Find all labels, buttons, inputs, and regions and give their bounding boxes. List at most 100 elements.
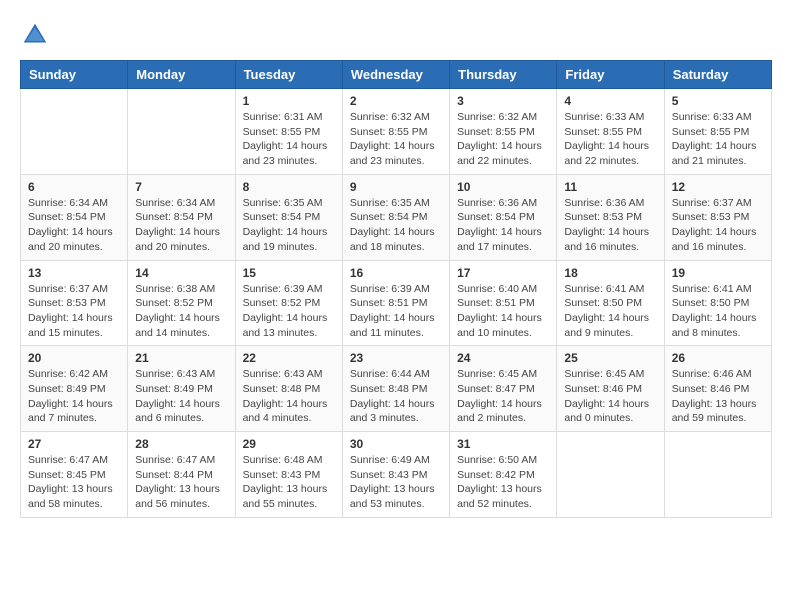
day-info: Sunrise: 6:50 AM Sunset: 8:42 PM Dayligh… [457,453,549,512]
day-number: 7 [135,180,227,194]
day-number: 21 [135,351,227,365]
day-number: 8 [243,180,335,194]
day-info: Sunrise: 6:39 AM Sunset: 8:52 PM Dayligh… [243,282,335,341]
calendar-cell: 6 Sunrise: 6:34 AM Sunset: 8:54 PM Daylig… [21,174,128,260]
calendar-cell [128,89,235,175]
calendar-cell: 20 Sunrise: 6:42 AM Sunset: 8:49 PM Dayli… [21,346,128,432]
calendar-week-5: 27 Sunrise: 6:47 AM Sunset: 8:45 PM Dayli… [21,432,772,518]
day-info: Sunrise: 6:47 AM Sunset: 8:44 PM Dayligh… [135,453,227,512]
day-info: Sunrise: 6:49 AM Sunset: 8:43 PM Dayligh… [350,453,442,512]
day-number: 22 [243,351,335,365]
day-info: Sunrise: 6:35 AM Sunset: 8:54 PM Dayligh… [350,196,442,255]
day-number: 26 [672,351,764,365]
calendar-week-3: 13 Sunrise: 6:37 AM Sunset: 8:53 PM Dayli… [21,260,772,346]
calendar-cell: 9 Sunrise: 6:35 AM Sunset: 8:54 PM Daylig… [342,174,449,260]
day-info: Sunrise: 6:42 AM Sunset: 8:49 PM Dayligh… [28,367,120,426]
day-info: Sunrise: 6:46 AM Sunset: 8:46 PM Dayligh… [672,367,764,426]
calendar-cell: 13 Sunrise: 6:37 AM Sunset: 8:53 PM Dayli… [21,260,128,346]
calendar-cell: 22 Sunrise: 6:43 AM Sunset: 8:48 PM Dayli… [235,346,342,432]
calendar-cell: 3 Sunrise: 6:32 AM Sunset: 8:55 PM Daylig… [450,89,557,175]
calendar-cell: 7 Sunrise: 6:34 AM Sunset: 8:54 PM Daylig… [128,174,235,260]
day-number: 1 [243,94,335,108]
day-number: 13 [28,266,120,280]
day-number: 25 [564,351,656,365]
day-info: Sunrise: 6:41 AM Sunset: 8:50 PM Dayligh… [672,282,764,341]
day-number: 28 [135,437,227,451]
day-info: Sunrise: 6:31 AM Sunset: 8:55 PM Dayligh… [243,110,335,169]
calendar-cell: 12 Sunrise: 6:37 AM Sunset: 8:53 PM Dayli… [664,174,771,260]
calendar-cell: 15 Sunrise: 6:39 AM Sunset: 8:52 PM Dayli… [235,260,342,346]
calendar-week-2: 6 Sunrise: 6:34 AM Sunset: 8:54 PM Daylig… [21,174,772,260]
day-number: 14 [135,266,227,280]
logo [20,20,54,50]
day-info: Sunrise: 6:37 AM Sunset: 8:53 PM Dayligh… [672,196,764,255]
day-info: Sunrise: 6:43 AM Sunset: 8:49 PM Dayligh… [135,367,227,426]
calendar-cell [557,432,664,518]
day-info: Sunrise: 6:43 AM Sunset: 8:48 PM Dayligh… [243,367,335,426]
day-info: Sunrise: 6:44 AM Sunset: 8:48 PM Dayligh… [350,367,442,426]
weekday-header-row: SundayMondayTuesdayWednesdayThursdayFrid… [21,61,772,89]
day-info: Sunrise: 6:34 AM Sunset: 8:54 PM Dayligh… [28,196,120,255]
day-info: Sunrise: 6:40 AM Sunset: 8:51 PM Dayligh… [457,282,549,341]
day-number: 30 [350,437,442,451]
calendar-cell: 30 Sunrise: 6:49 AM Sunset: 8:43 PM Dayli… [342,432,449,518]
day-number: 20 [28,351,120,365]
calendar-cell: 28 Sunrise: 6:47 AM Sunset: 8:44 PM Dayli… [128,432,235,518]
day-number: 2 [350,94,442,108]
day-number: 5 [672,94,764,108]
day-info: Sunrise: 6:39 AM Sunset: 8:51 PM Dayligh… [350,282,442,341]
day-info: Sunrise: 6:34 AM Sunset: 8:54 PM Dayligh… [135,196,227,255]
page-header [20,20,772,50]
calendar-week-4: 20 Sunrise: 6:42 AM Sunset: 8:49 PM Dayli… [21,346,772,432]
day-number: 3 [457,94,549,108]
day-info: Sunrise: 6:33 AM Sunset: 8:55 PM Dayligh… [672,110,764,169]
calendar-cell: 19 Sunrise: 6:41 AM Sunset: 8:50 PM Dayli… [664,260,771,346]
day-info: Sunrise: 6:35 AM Sunset: 8:54 PM Dayligh… [243,196,335,255]
day-info: Sunrise: 6:47 AM Sunset: 8:45 PM Dayligh… [28,453,120,512]
day-info: Sunrise: 6:33 AM Sunset: 8:55 PM Dayligh… [564,110,656,169]
day-number: 15 [243,266,335,280]
day-info: Sunrise: 6:32 AM Sunset: 8:55 PM Dayligh… [457,110,549,169]
day-info: Sunrise: 6:41 AM Sunset: 8:50 PM Dayligh… [564,282,656,341]
calendar-cell: 8 Sunrise: 6:35 AM Sunset: 8:54 PM Daylig… [235,174,342,260]
calendar-cell: 24 Sunrise: 6:45 AM Sunset: 8:47 PM Dayli… [450,346,557,432]
calendar-cell: 29Sunrise: 6:48 AM Sunset: 8:43 PM Dayli… [235,432,342,518]
day-info: Sunrise: 6:38 AM Sunset: 8:52 PM Dayligh… [135,282,227,341]
weekday-header-thursday: Thursday [450,61,557,89]
calendar-cell: 18 Sunrise: 6:41 AM Sunset: 8:50 PM Dayli… [557,260,664,346]
calendar-cell: 17 Sunrise: 6:40 AM Sunset: 8:51 PM Dayli… [450,260,557,346]
day-info: Sunrise: 6:36 AM Sunset: 8:53 PM Dayligh… [564,196,656,255]
day-number: 6 [28,180,120,194]
calendar-cell: 14 Sunrise: 6:38 AM Sunset: 8:52 PM Dayli… [128,260,235,346]
day-number: 19 [672,266,764,280]
day-number: 16 [350,266,442,280]
day-info: Sunrise: 6:48 AM Sunset: 8:43 PM Dayligh… [243,453,335,512]
day-info: Sunrise: 6:45 AM Sunset: 8:47 PM Dayligh… [457,367,549,426]
day-number: 24 [457,351,549,365]
calendar-cell: 1 Sunrise: 6:31 AM Sunset: 8:55 PM Daylig… [235,89,342,175]
day-number: 17 [457,266,549,280]
calendar-cell: 31 Sunrise: 6:50 AM Sunset: 8:42 PM Dayli… [450,432,557,518]
day-number: 12 [672,180,764,194]
calendar-cell: 16 Sunrise: 6:39 AM Sunset: 8:51 PM Dayli… [342,260,449,346]
day-info: Sunrise: 6:32 AM Sunset: 8:55 PM Dayligh… [350,110,442,169]
calendar-cell: 11Sunrise: 6:36 AM Sunset: 8:53 PM Dayli… [557,174,664,260]
weekday-header-monday: Monday [128,61,235,89]
weekday-header-tuesday: Tuesday [235,61,342,89]
day-number: 27 [28,437,120,451]
day-number: 31 [457,437,549,451]
day-number: 18 [564,266,656,280]
day-number: 10 [457,180,549,194]
day-info: Sunrise: 6:37 AM Sunset: 8:53 PM Dayligh… [28,282,120,341]
weekday-header-saturday: Saturday [664,61,771,89]
day-number: 9 [350,180,442,194]
calendar-cell: 4Sunrise: 6:33 AM Sunset: 8:55 PM Daylig… [557,89,664,175]
weekday-header-friday: Friday [557,61,664,89]
calendar-cell: 5 Sunrise: 6:33 AM Sunset: 8:55 PM Daylig… [664,89,771,175]
weekday-header-wednesday: Wednesday [342,61,449,89]
logo-icon [20,20,50,50]
calendar-cell: 23Sunrise: 6:44 AM Sunset: 8:48 PM Dayli… [342,346,449,432]
day-info: Sunrise: 6:36 AM Sunset: 8:54 PM Dayligh… [457,196,549,255]
calendar-cell: 10 Sunrise: 6:36 AM Sunset: 8:54 PM Dayli… [450,174,557,260]
calendar-cell: 2 Sunrise: 6:32 AM Sunset: 8:55 PM Daylig… [342,89,449,175]
